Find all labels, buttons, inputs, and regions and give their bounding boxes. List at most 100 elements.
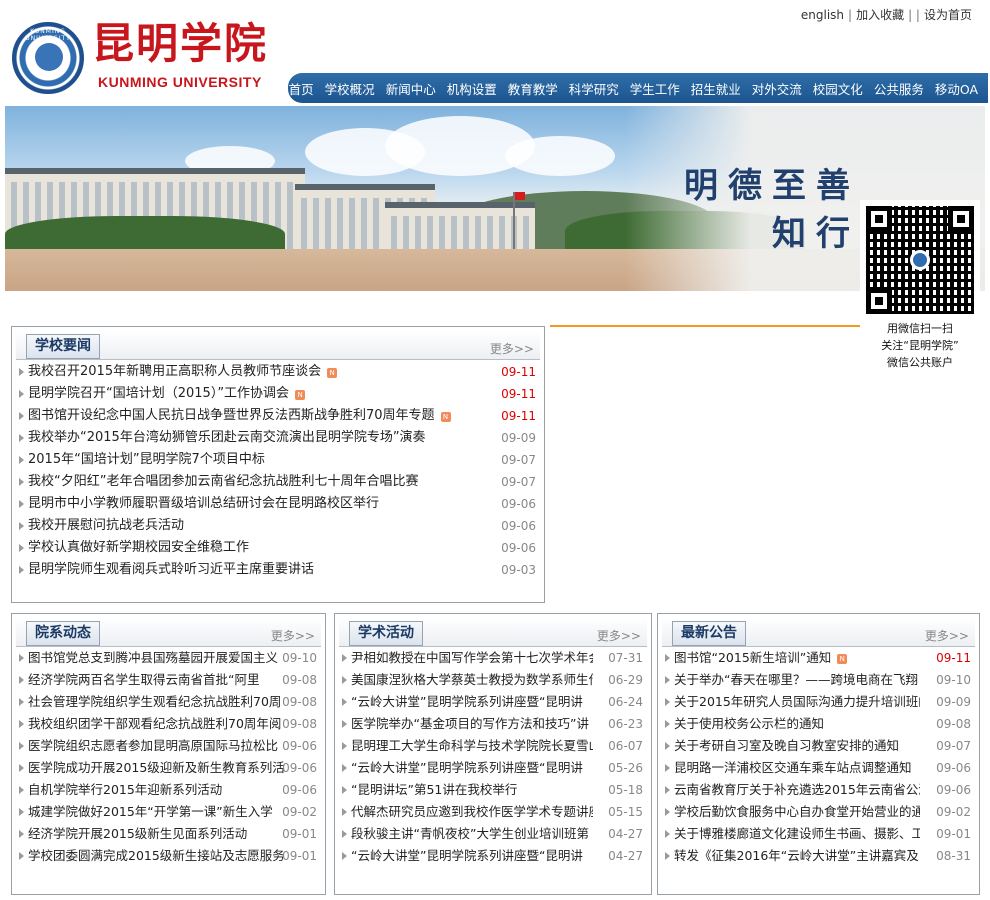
item-title-link[interactable]: 学校团委圆满完成2015级新生接站及志愿服务 xyxy=(28,845,285,867)
list-item[interactable]: 我校开展慰问抗战老兵活动 09-06 xyxy=(16,515,540,537)
item-title-link[interactable]: “云岭大讲堂”昆明学院系列讲座暨“昆明讲 xyxy=(351,691,583,713)
list-item[interactable]: 图书馆开设纪念中国人民抗日战争暨世界反法西斯战争胜利70周年专题 N 09-11 xyxy=(16,405,540,427)
list-item[interactable]: “云岭大讲堂”昆明学院系列讲座暨“昆明讲 05-26 xyxy=(339,757,647,779)
list-item[interactable]: 昆明学院召开“国培计划（2015）”工作协调会 N 09-11 xyxy=(16,383,540,405)
list-item[interactable]: 图书馆党总支到腾冲县国殇墓园开展爱国主义 09-10 xyxy=(16,647,321,669)
list-item[interactable]: 转发《征集2016年“云岭大讲堂”主讲嘉宾及 08-31 xyxy=(662,845,975,867)
list-item[interactable]: “云岭大讲堂”昆明学院系列讲座暨“昆明讲 06-24 xyxy=(339,691,647,713)
item-title-link[interactable]: 段秋骏主讲“青帆夜校”大学生创业培训班第 xyxy=(351,823,589,845)
list-item[interactable]: 昆明学院师生观看阅兵式聆听习近平主席重要讲话 09-03 xyxy=(16,559,540,581)
set-homepage-link[interactable]: 设为首页 xyxy=(924,8,972,22)
list-item[interactable]: 学校团委圆满完成2015级新生接站及志愿服务 09-01 xyxy=(16,845,321,867)
item-title-link[interactable]: 经济学院两百名学生取得云南省首批“阿里 xyxy=(28,669,259,691)
item-title-link[interactable]: 学校认真做好新学期校园安全维稳工作 xyxy=(28,537,249,559)
item-title-link[interactable]: 关于2015年研究人员国际沟通力提升培训班的 xyxy=(674,691,920,713)
list-item[interactable]: 代解杰研究员应邀到我校作医学学术专题讲座 05-15 xyxy=(339,801,647,823)
item-title-link[interactable]: 我校组织团学干部观看纪念抗战胜利70周年阅 xyxy=(28,713,281,735)
add-favorite-link[interactable]: 加入收藏 xyxy=(856,8,904,22)
item-title-link[interactable]: 2015年“国培计划”昆明学院7个项目中标 xyxy=(28,449,265,471)
list-item[interactable]: 城建学院做好2015年“开学第一课”新生入学 09-02 xyxy=(16,801,321,823)
nav-item[interactable]: 首页 xyxy=(289,79,314,98)
item-title-link[interactable]: 尹相如教授在中国写作学会第十七次学术年会 xyxy=(351,647,593,669)
item-title-link[interactable]: 美国康涅狄格大学蔡英士教授为数学系师生作 xyxy=(351,669,593,691)
item-title-link[interactable]: 医学院举办“基金项目的写作方法和技巧”讲 xyxy=(351,713,589,735)
list-item[interactable]: 关于博雅楼廊道文化建设师生书画、摄影、工 09-01 xyxy=(662,823,975,845)
list-item[interactable]: 我校“夕阳红”老年合唱团参加云南省纪念抗战胜利七十周年合唱比赛 09-07 xyxy=(16,471,540,493)
list-item[interactable]: 学校认真做好新学期校园安全维稳工作 09-06 xyxy=(16,537,540,559)
nav-item[interactable]: 教育教学 xyxy=(508,79,558,98)
list-item[interactable]: 图书馆“2015新生培训”通知 N 09-11 xyxy=(662,647,975,669)
item-title-link[interactable]: 经济学院开展2015级新生见面系列活动 xyxy=(28,823,247,845)
item-title-link[interactable]: 我校召开2015年新聘用正高职称人员教师节座谈会 xyxy=(28,361,321,383)
item-title-link[interactable]: 昆明学院召开“国培计划（2015）”工作协调会 xyxy=(28,383,289,405)
item-title-link[interactable]: “云岭大讲堂”昆明学院系列讲座暨“昆明讲 xyxy=(351,757,583,779)
list-item[interactable]: 段秋骏主讲“青帆夜校”大学生创业培训班第 04-27 xyxy=(339,823,647,845)
nav-item[interactable]: 公共服务 xyxy=(874,79,924,98)
item-title-link[interactable]: 图书馆党总支到腾冲县国殇墓园开展爱国主义 xyxy=(28,647,278,669)
list-item[interactable]: 关于使用校务公示栏的通知 09-08 xyxy=(662,713,975,735)
item-title-link[interactable]: 昆明学院师生观看阅兵式聆听习近平主席重要讲话 xyxy=(28,559,314,581)
item-title-link[interactable]: 图书馆“2015新生培训”通知 xyxy=(674,647,831,669)
more-link[interactable]: 更多>> xyxy=(925,627,969,644)
list-item[interactable]: 我校召开2015年新聘用正高职称人员教师节座谈会 N 09-11 xyxy=(16,361,540,383)
item-title-link[interactable]: 医学院组织志愿者参加昆明高原国际马拉松比 xyxy=(28,735,278,757)
item-title-link[interactable]: 云南省教育厅关于补充遴选2015年云南省公派 xyxy=(674,779,920,801)
nav-item[interactable]: 新闻中心 xyxy=(386,79,436,98)
item-title-link[interactable]: 代解杰研究员应邀到我校作医学学术专题讲座 xyxy=(351,801,593,823)
more-link[interactable]: 更多>> xyxy=(597,627,641,644)
item-title-link[interactable]: 医学院成功开展2015级迎新及新生教育系列活 xyxy=(28,757,285,779)
item-title-link[interactable]: 昆明理工大学生命科学与技术学院院长夏雪山 xyxy=(351,735,593,757)
list-item[interactable]: 关于考研自习室及晚自习教室安排的通知 09-07 xyxy=(662,735,975,757)
list-item[interactable]: 昆明市中小学教师履职晋级培训总结研讨会在昆明路校区举行 09-06 xyxy=(16,493,540,515)
item-title-link[interactable]: 昆明路一洋浦校区交通车乘车站点调整通知 xyxy=(674,757,912,779)
list-item[interactable]: 美国康涅狄格大学蔡英士教授为数学系师生作 06-29 xyxy=(339,669,647,691)
list-item[interactable]: 经济学院两百名学生取得云南省首批“阿里 09-08 xyxy=(16,669,321,691)
item-title-link[interactable]: 关于举办“春天在哪里？——跨境电商在飞翔 xyxy=(674,669,918,691)
list-item[interactable]: “云岭大讲堂”昆明学院系列讲座暨“昆明讲 04-27 xyxy=(339,845,647,867)
more-link[interactable]: 更多>> xyxy=(271,627,315,644)
nav-item[interactable]: 机构设置 xyxy=(447,79,497,98)
item-title-link[interactable]: 我校“夕阳红”老年合唱团参加云南省纪念抗战胜利七十周年合唱比赛 xyxy=(28,471,418,493)
nav-item[interactable]: 学校概况 xyxy=(325,79,375,98)
list-item[interactable]: 经济学院开展2015级新生见面系列活动 09-01 xyxy=(16,823,321,845)
item-title-link[interactable]: 自机学院举行2015年迎新系列活动 xyxy=(28,779,222,801)
list-item[interactable]: 昆明路一洋浦校区交通车乘车站点调整通知 09-06 xyxy=(662,757,975,779)
list-item[interactable]: 2015年“国培计划”昆明学院7个项目中标 09-07 xyxy=(16,449,540,471)
nav-item[interactable]: 移动OA xyxy=(935,79,978,98)
item-title-link[interactable]: 关于使用校务公示栏的通知 xyxy=(674,713,824,735)
nav-item[interactable]: 校园文化 xyxy=(813,79,863,98)
list-item[interactable]: “昆明讲坛”第51讲在我校举行 05-18 xyxy=(339,779,647,801)
more-link[interactable]: 更多>> xyxy=(490,340,534,357)
nav-item[interactable]: 科学研究 xyxy=(569,79,619,98)
list-item[interactable]: 尹相如教授在中国写作学会第十七次学术年会 07-31 xyxy=(339,647,647,669)
list-item[interactable]: 医学院成功开展2015级迎新及新生教育系列活 09-06 xyxy=(16,757,321,779)
list-item[interactable]: 自机学院举行2015年迎新系列活动 09-06 xyxy=(16,779,321,801)
list-item[interactable]: 学校后勤饮食服务中心自办食堂开始营业的通 09-02 xyxy=(662,801,975,823)
item-title-link[interactable]: 城建学院做好2015年“开学第一课”新生入学 xyxy=(28,801,273,823)
list-item[interactable]: 我校举办“2015年台湾幼狮管乐团赴云南交流演出昆明学院专场”演奏 09-09 xyxy=(16,427,540,449)
list-item[interactable]: 医学院组织志愿者参加昆明高原国际马拉松比 09-06 xyxy=(16,735,321,757)
item-title-link[interactable]: “昆明讲坛”第51讲在我校举行 xyxy=(351,779,517,801)
item-title-link[interactable]: 社会管理学院组织学生观看纪念抗战胜利70周 xyxy=(28,691,281,713)
list-item[interactable]: 我校组织团学干部观看纪念抗战胜利70周年阅 09-08 xyxy=(16,713,321,735)
item-title-link[interactable]: 关于考研自习室及晚自习教室安排的通知 xyxy=(674,735,899,757)
list-item[interactable]: 关于2015年研究人员国际沟通力提升培训班的 09-09 xyxy=(662,691,975,713)
site-logo[interactable]: KUNMING UNIVERSITY 昆明学院 KUNMING UNIVERSI… xyxy=(12,18,282,100)
nav-item[interactable]: 对外交流 xyxy=(752,79,802,98)
list-item[interactable]: 昆明理工大学生命科学与技术学院院长夏雪山 06-07 xyxy=(339,735,647,757)
nav-item[interactable]: 学生工作 xyxy=(630,79,680,98)
nav-item[interactable]: 招生就业 xyxy=(691,79,741,98)
list-item[interactable]: 医学院举办“基金项目的写作方法和技巧”讲 06-23 xyxy=(339,713,647,735)
item-title-link[interactable]: 我校开展慰问抗战老兵活动 xyxy=(28,515,184,537)
item-title-link[interactable]: 转发《征集2016年“云岭大讲堂”主讲嘉宾及 xyxy=(674,845,919,867)
item-title-link[interactable]: 昆明市中小学教师履职晋级培训总结研讨会在昆明路校区举行 xyxy=(28,493,379,515)
item-title-link[interactable]: 我校举办“2015年台湾幼狮管乐团赴云南交流演出昆明学院专场”演奏 xyxy=(28,427,426,449)
item-title-link[interactable]: 图书馆开设纪念中国人民抗日战争暨世界反法西斯战争胜利70周年专题 xyxy=(28,405,435,427)
english-link[interactable]: english xyxy=(801,8,844,22)
list-item[interactable]: 云南省教育厅关于补充遴选2015年云南省公派 09-06 xyxy=(662,779,975,801)
list-item[interactable]: 社会管理学院组织学生观看纪念抗战胜利70周 09-08 xyxy=(16,691,321,713)
list-item[interactable]: 关于举办“春天在哪里？——跨境电商在飞翔 09-10 xyxy=(662,669,975,691)
item-title-link[interactable]: 学校后勤饮食服务中心自办食堂开始营业的通 xyxy=(674,801,920,823)
item-title-link[interactable]: “云岭大讲堂”昆明学院系列讲座暨“昆明讲 xyxy=(351,845,583,867)
item-title-link[interactable]: 关于博雅楼廊道文化建设师生书画、摄影、工 xyxy=(674,823,920,845)
